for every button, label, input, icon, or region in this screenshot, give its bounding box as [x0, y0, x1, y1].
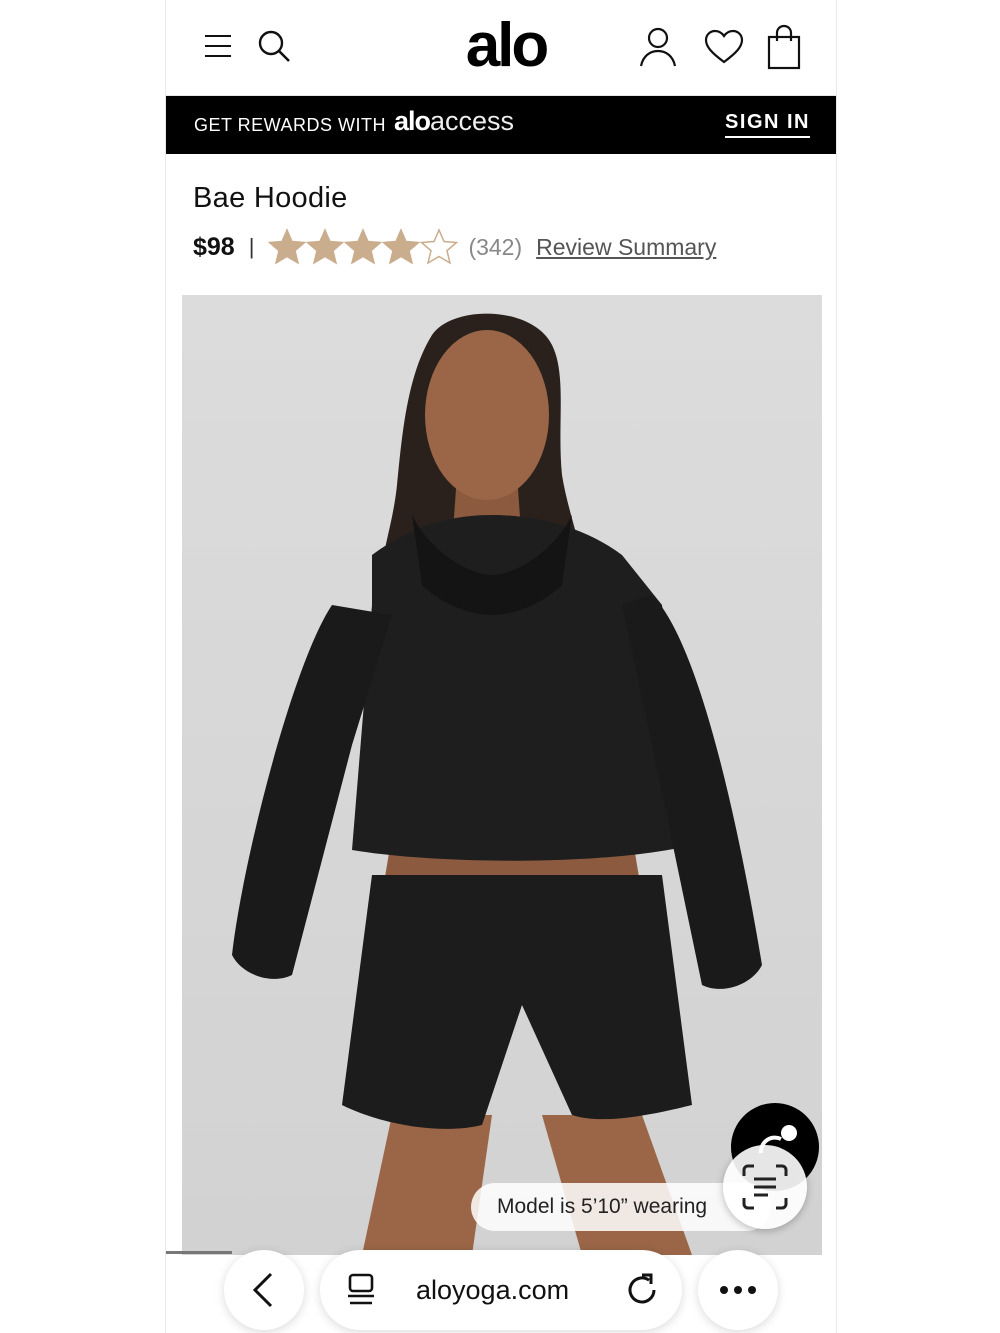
rewards-text: GET REWARDS WITH: [194, 115, 386, 135]
review-summary-link[interactable]: Review Summary: [536, 234, 716, 261]
more-button[interactable]: [698, 1250, 778, 1330]
star-filled-icon: [344, 228, 383, 265]
heart-icon[interactable]: [702, 26, 746, 68]
site-header: alo: [166, 0, 836, 96]
visual-search-button[interactable]: [723, 1145, 807, 1229]
alo-access-light: access: [430, 106, 515, 136]
url-text[interactable]: aloyoga.com: [416, 1275, 569, 1306]
alo-access-logo: aloaccess: [394, 106, 514, 137]
product-image[interactable]: [182, 295, 822, 1255]
star-rating[interactable]: [268, 228, 459, 266]
star-filled-icon: [382, 228, 421, 265]
bag-icon[interactable]: [764, 22, 804, 72]
alo-access-bold: alo: [394, 106, 431, 136]
search-icon[interactable]: [254, 26, 294, 66]
alo-logo[interactable]: alo: [451, 6, 561, 86]
address-bar[interactable]: aloyoga.com: [320, 1250, 682, 1330]
price-rating-row: $98 | (342) Review Summary: [193, 226, 716, 268]
more-icon: [720, 1286, 756, 1294]
menu-icon[interactable]: [198, 28, 238, 64]
star-filled-icon: [306, 228, 345, 265]
review-count[interactable]: (342): [468, 234, 522, 261]
account-icon[interactable]: [636, 24, 680, 70]
star-filled-icon: [268, 228, 307, 265]
tabs-icon[interactable]: [344, 1272, 378, 1313]
price-separator: |: [248, 234, 255, 259]
sign-in-link[interactable]: SIGN IN: [725, 111, 810, 138]
rewards-banner: GET REWARDS WITH aloaccess SIGN IN: [166, 96, 836, 154]
product-title: Bae Hoodie: [193, 182, 348, 214]
star-empty-icon: [420, 228, 459, 265]
text-scan-icon: [742, 1164, 788, 1210]
reload-icon[interactable]: [624, 1272, 660, 1313]
phone-screen: alo GET REWARDS WITH aloaccess SIGN IN B…: [165, 0, 837, 1333]
back-button[interactable]: [224, 1250, 304, 1330]
back-icon: [252, 1272, 273, 1308]
browser-toolbar: aloyoga.com: [166, 1250, 836, 1333]
model-photo: [232, 313, 762, 1255]
product-price: $98: [193, 232, 235, 261]
